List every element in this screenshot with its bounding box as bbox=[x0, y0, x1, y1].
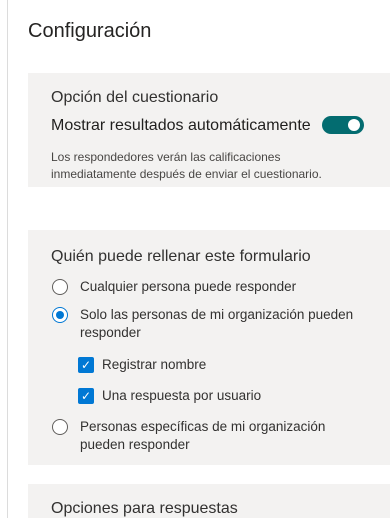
radio-label-org-only: Solo las personas de mi organización pue… bbox=[80, 307, 354, 340]
show-results-label: Mostrar resultados automáticamente bbox=[51, 117, 311, 134]
response-options-heading: Opciones para respuestas bbox=[51, 500, 238, 517]
show-results-toggle[interactable] bbox=[322, 116, 364, 134]
quiz-options-section: Opción del cuestionario Mostrar resultad… bbox=[28, 73, 390, 187]
who-can-fill-heading: Quién puede rellenar este formulario bbox=[51, 248, 311, 265]
radio-icon[interactable] bbox=[52, 279, 68, 295]
quiz-options-description: Los respondedores verán las calificacion… bbox=[51, 150, 322, 181]
quiz-options-heading: Opción del cuestionario bbox=[51, 89, 219, 106]
settings-panel: Configuración Opción del cuestionario Mo… bbox=[7, 0, 390, 518]
checkbox-label-record-name: Registrar nombre bbox=[102, 357, 207, 372]
toggle-knob bbox=[348, 119, 360, 131]
who-can-fill-section: Quién puede rellenar este formulario Cua… bbox=[28, 230, 390, 465]
checkmark-icon[interactable]: ✓ bbox=[78, 357, 94, 373]
radio-selected-icon[interactable] bbox=[52, 307, 68, 323]
radio-icon[interactable] bbox=[52, 419, 68, 435]
panel-title: Configuración bbox=[28, 20, 152, 42]
response-options-section: Opciones para respuestas bbox=[28, 484, 390, 518]
checkbox-label-one-response: Una respuesta por usuario bbox=[102, 388, 262, 403]
checkmark-icon[interactable]: ✓ bbox=[78, 388, 94, 404]
radio-label-anyone: Cualquier persona puede responder bbox=[80, 279, 297, 294]
radio-label-specific-people: Personas específicas de mi organización … bbox=[80, 419, 326, 452]
